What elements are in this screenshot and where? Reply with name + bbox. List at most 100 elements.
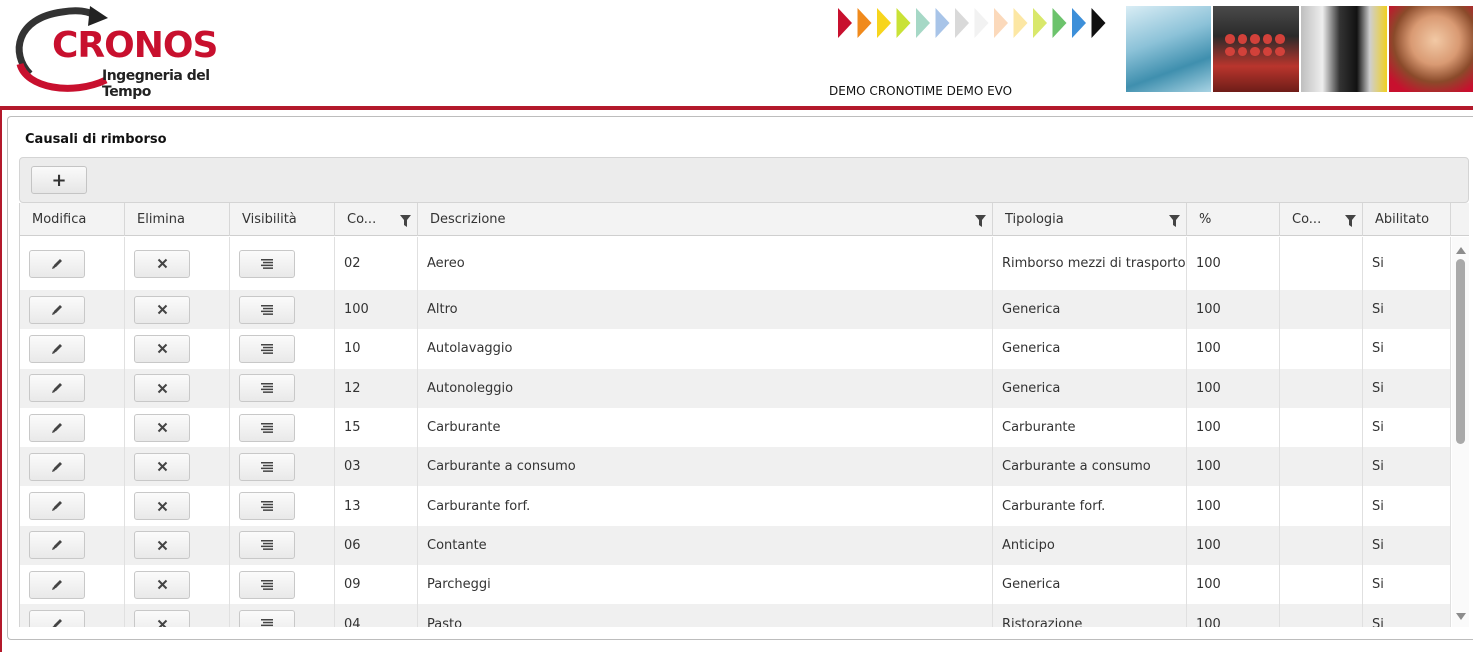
terminal-photo [1213,6,1299,92]
delete-button[interactable] [134,334,190,363]
header-col-percentuale[interactable]: % [1187,203,1280,236]
header-label: Tipologia [1005,212,1064,227]
edit-button[interactable] [29,249,85,278]
delete-button[interactable] [134,492,190,521]
cell-tipologia: Rimborso mezzi di trasporto [993,237,1187,290]
table-row[interactable]: 10 Autolavaggio Generica 100 Si [20,329,1451,369]
cell-conto [1280,290,1363,330]
visibility-button[interactable] [239,249,295,278]
funnel-icon[interactable] [975,215,986,227]
header-col-elimina[interactable]: Elimina [125,203,230,236]
visibility-button[interactable] [239,531,295,560]
table-row[interactable]: 03 Carburante a consumo Carburante a consu… [20,447,1451,487]
cell-elimina [125,447,230,487]
pencil-icon [52,619,62,627]
edit-button[interactable] [29,374,85,403]
delete-button[interactable] [134,374,190,403]
scroll-up-icon[interactable] [1456,247,1466,254]
delete-button[interactable] [134,295,190,324]
header-label: Co... [1292,212,1322,227]
edit-button[interactable] [29,570,85,599]
table-row[interactable]: 12 Autonoleggio Generica 100 Si [20,368,1451,408]
visibility-button[interactable] [239,452,295,481]
visibility-button[interactable] [239,295,295,324]
scroll-down-icon[interactable] [1456,613,1466,620]
edit-button[interactable] [29,531,85,560]
cell-modifica [20,329,125,369]
delete-button[interactable] [134,452,190,481]
pencil-icon [52,304,62,315]
delete-button[interactable] [134,249,190,278]
table-row[interactable]: 09 Parcheggi Generica 100 Si [20,565,1451,605]
header-col-descrizione[interactable]: Descrizione [418,203,993,236]
delete-button[interactable] [134,413,190,442]
table-row[interactable]: 02 Aereo Rimborso mezzi di trasporto 100 Si [20,237,1451,290]
logo-name: CRONOS [52,25,218,66]
header-col-abilitato[interactable]: Abilitato [1363,203,1451,236]
cell-descrizione: Pasto [418,604,993,627]
cell-descrizione: Parcheggi [418,565,993,605]
cell-elimina [125,329,230,369]
cell-conto [1280,604,1363,627]
cell-abilitato: Si [1363,486,1451,526]
align-justify-icon [261,540,273,551]
cell-abilitato: Si [1363,525,1451,566]
visibility-button[interactable] [239,334,295,363]
visibility-button[interactable] [239,570,295,599]
header-label: Elimina [137,212,185,227]
cell-percentuale: 100 [1187,237,1280,290]
cell-visibilita [230,368,335,408]
header-col-modifica[interactable]: Modifica [20,203,125,236]
table-row[interactable]: 06 Contante Anticipo 100 Si [20,525,1451,566]
edit-button[interactable] [29,610,85,627]
cell-percentuale: 100 [1187,407,1280,448]
add-button[interactable]: + [31,166,87,194]
cell-visibilita [230,329,335,369]
align-justify-icon [261,501,273,512]
cell-conto [1280,525,1363,566]
funnel-icon[interactable] [1169,215,1180,227]
header-col-conto[interactable]: Co... [1280,203,1363,236]
cell-codice: 03 [335,447,418,487]
vertical-scrollbar[interactable] [1452,237,1469,627]
cell-percentuale: 100 [1187,290,1280,330]
cell-elimina [125,290,230,330]
visibility-button[interactable] [239,492,295,521]
table-row[interactable]: 100 Altro Generica 100 Si [20,290,1451,330]
funnel-icon[interactable] [1345,215,1356,227]
building-photo [1126,6,1211,92]
cell-abilitato: Si [1363,407,1451,448]
align-justify-icon [261,258,273,269]
delete-button[interactable] [134,570,190,599]
table-row[interactable]: 04 Pasto Ristorazione 100 Si [20,604,1451,627]
cell-abilitato: Si [1363,447,1451,487]
visibility-button[interactable] [239,413,295,442]
visibility-button[interactable] [239,610,295,627]
cell-tipologia: Generica [993,290,1187,330]
edit-button[interactable] [29,295,85,324]
app-header: CRONOS Ingegneria del Tempo DEMO CRONOTI… [0,0,1473,106]
cell-modifica [20,237,125,290]
cell-codice: 04 [335,604,418,627]
header-col-codice[interactable]: Co... [335,203,418,236]
visibility-button[interactable] [239,374,295,403]
scroll-thumb[interactable] [1456,259,1465,444]
pencil-icon [52,540,62,551]
delete-button[interactable] [134,610,190,627]
cell-codice: 12 [335,368,418,408]
table-row[interactable]: 13 Carburante forf. Carburante forf. 100 Si [20,486,1451,526]
delete-button[interactable] [134,531,190,560]
cell-descrizione: Altro [418,290,993,330]
edit-button[interactable] [29,413,85,442]
align-justify-icon [261,422,273,433]
times-icon [157,422,167,433]
edit-button[interactable] [29,452,85,481]
header-col-visibilita[interactable]: Visibilità [230,203,335,236]
times-icon [157,344,167,354]
edit-button[interactable] [29,334,85,363]
funnel-icon[interactable] [400,215,411,227]
edit-button[interactable] [29,492,85,521]
header-col-tipologia[interactable]: Tipologia [993,203,1187,236]
table-row[interactable]: 15 Carburante Carburante 100 Si [20,407,1451,448]
person-photo [1389,6,1473,92]
